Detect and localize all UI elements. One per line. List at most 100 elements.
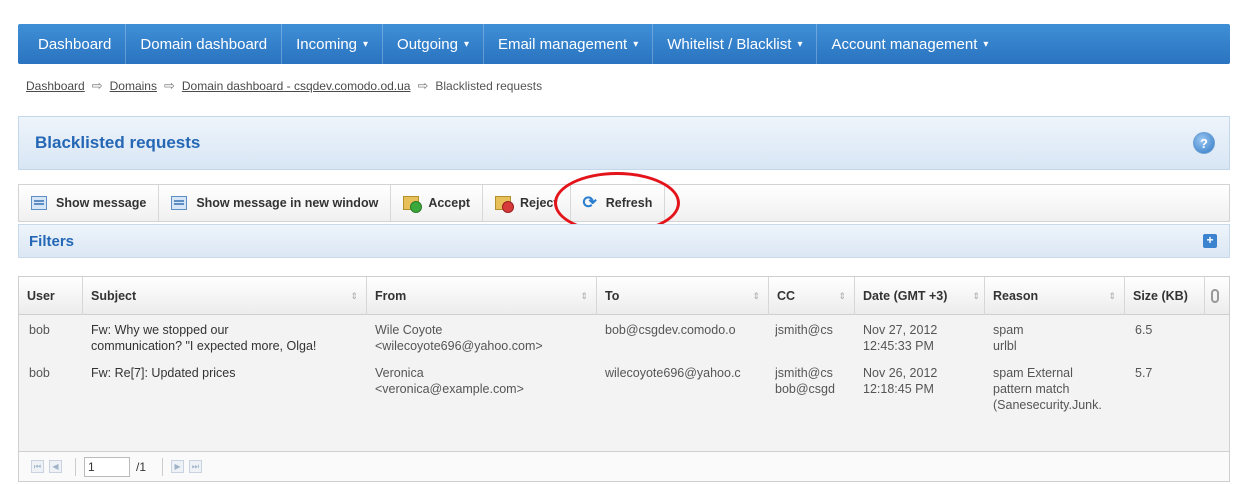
button-label: Refresh [605, 196, 653, 210]
button-label: Reject [520, 196, 558, 210]
cell-subject: communication? "I expected more, Olga! [91, 339, 317, 353]
column-header-reason[interactable]: Reason ⇕ [985, 277, 1125, 315]
column-label: Reason [993, 289, 1039, 303]
column-label: Size (KB) [1133, 289, 1188, 303]
cell-user: bob [29, 366, 50, 380]
cell-from: <wilecoyote696@yahoo.com> [375, 339, 543, 353]
page-header: Blacklisted requests ? [18, 116, 1230, 170]
column-header-from[interactable]: From ⇕ [367, 277, 597, 315]
toolbar: Show message Show message in new window … [18, 184, 1230, 222]
cell-to: wilecoyote696@yahoo.c [605, 366, 741, 380]
attachment-icon [1211, 289, 1219, 303]
nav-label: Incoming [296, 35, 358, 53]
cell-date: 12:45:33 PM [863, 339, 934, 353]
cell-to: bob@csgdev.comodo.o [605, 323, 736, 337]
accept-button[interactable]: Accept [391, 185, 483, 221]
sort-icon[interactable]: ⇕ [1108, 277, 1116, 315]
page-total: /1 [136, 459, 147, 474]
cell-from: <veronica@example.com> [375, 382, 524, 396]
prev-page-button[interactable]: ◀ [49, 460, 62, 473]
arrow-right-icon: ⇨ [417, 78, 429, 93]
page-title: Blacklisted requests [35, 133, 201, 152]
last-page-button[interactable]: ⏭ [189, 460, 203, 473]
accept-icon [403, 196, 423, 213]
show-message-button[interactable]: Show message [19, 185, 160, 221]
divider [162, 457, 164, 476]
breadcrumb-dashboard[interactable]: Dashboard [26, 79, 85, 93]
cell-subject: Fw: Why we stopped our [91, 323, 229, 337]
help-icon[interactable]: ? [1193, 132, 1215, 154]
cell-reason: spam urlbl [993, 323, 1024, 353]
next-page-button[interactable]: ▶ [171, 460, 185, 473]
cell-date: Nov 27, 2012 [863, 323, 938, 337]
breadcrumb-domain-dashboard[interactable]: Domain dashboard - csqdev.comodo.od.ua [182, 79, 411, 93]
reject-icon [495, 196, 514, 213]
cell-from: Wile Coyote [375, 323, 443, 337]
nav-label: Domain dashboard [140, 35, 268, 53]
column-label: CC [777, 289, 796, 303]
nav-email-management[interactable]: Email management ▾ [484, 24, 654, 64]
pagination: ⏮ ◀ /1 ▶ ⏭ [18, 452, 1230, 482]
nav-incoming[interactable]: Incoming ▾ [282, 24, 384, 64]
main-nav: Dashboard Domain dashboard Incoming ▾ Out… [18, 24, 1230, 64]
message-icon [31, 196, 47, 210]
table-header: User Subject ⇕ From ⇕ To ⇕ CC ⇕ Date (GMT +3… [19, 277, 1229, 315]
cell-cc: bob@csgd [775, 382, 835, 396]
column-header-user[interactable]: User [19, 277, 83, 315]
nav-dashboard[interactable]: Dashboard [18, 24, 127, 64]
chevron-down-icon: ▾ [983, 38, 989, 50]
refresh-icon: ⟳ [582, 193, 597, 212]
requests-table: User Subject ⇕ From ⇕ To ⇕ CC ⇕ Date (GMT +3… [18, 276, 1230, 452]
nav-whitelist-blacklist[interactable]: Whitelist / Blacklist ▾ [653, 24, 818, 64]
column-header-cc[interactable]: CC ⇕ [769, 277, 855, 315]
arrow-right-icon: ⇨ [91, 78, 103, 93]
chevron-down-icon: ▾ [633, 38, 639, 50]
message-icon [171, 196, 188, 210]
breadcrumb-current: Blacklisted requests [435, 79, 543, 93]
breadcrumb: Dashboard ⇨ Domains ⇨ Domain dashboard -… [26, 78, 542, 94]
filters-panel[interactable]: Filters + [18, 224, 1230, 258]
column-header-to[interactable]: To ⇕ [597, 277, 769, 315]
sort-icon[interactable]: ⇕ [752, 277, 760, 315]
filters-label: Filters [29, 233, 75, 250]
cell-user: bob [29, 323, 50, 337]
column-header-date[interactable]: Date (GMT +3) ⇕ [855, 277, 985, 315]
column-header-subject[interactable]: Subject ⇕ [83, 277, 367, 315]
chevron-down-icon: ▾ [797, 38, 803, 50]
chevron-down-icon: ▾ [463, 38, 469, 50]
cell-cc: jsmith@cs [775, 366, 833, 380]
button-label: Show message [56, 196, 147, 210]
cell-size: 5.7 [1135, 366, 1153, 380]
page-number-input[interactable] [84, 456, 130, 477]
column-label: To [605, 289, 620, 303]
chevron-down-icon: ▾ [363, 38, 369, 50]
column-label: Subject [91, 289, 137, 303]
column-label: From [375, 289, 407, 303]
cell-from: Veronica [375, 366, 424, 380]
column-label: User [27, 289, 55, 303]
nav-label: Outgoing [397, 35, 458, 53]
show-message-new-window-button[interactable]: Show message in new window [159, 185, 392, 221]
arrow-right-icon: ⇨ [163, 78, 175, 93]
nav-label: Email management [497, 35, 628, 53]
nav-domain-dashboard[interactable]: Domain dashboard [126, 24, 283, 64]
nav-account-management[interactable]: Account management ▾ [817, 24, 1002, 64]
breadcrumb-domains[interactable]: Domains [110, 79, 157, 93]
expand-icon[interactable]: + [1203, 234, 1217, 248]
sort-icon[interactable]: ⇕ [838, 277, 846, 315]
nav-label: Account management [831, 35, 978, 53]
nav-outgoing[interactable]: Outgoing ▾ [383, 24, 484, 64]
sort-icon[interactable]: ⇕ [972, 277, 980, 315]
cell-date: 12:18:45 PM [863, 382, 934, 396]
column-label: Date (GMT +3) [863, 289, 948, 303]
nav-label: Whitelist / Blacklist [667, 35, 792, 53]
sort-icon[interactable]: ⇕ [580, 277, 588, 315]
column-header-size[interactable]: Size (KB) [1125, 277, 1205, 315]
button-label: Show message in new window [196, 196, 379, 210]
first-page-button[interactable]: ⏮ [31, 460, 44, 473]
refresh-button[interactable]: ⟳ Refresh [571, 185, 666, 221]
divider [75, 457, 76, 476]
button-label: Accept [428, 196, 470, 210]
reject-button[interactable]: Reject [483, 185, 571, 221]
sort-icon[interactable]: ⇕ [350, 277, 358, 315]
